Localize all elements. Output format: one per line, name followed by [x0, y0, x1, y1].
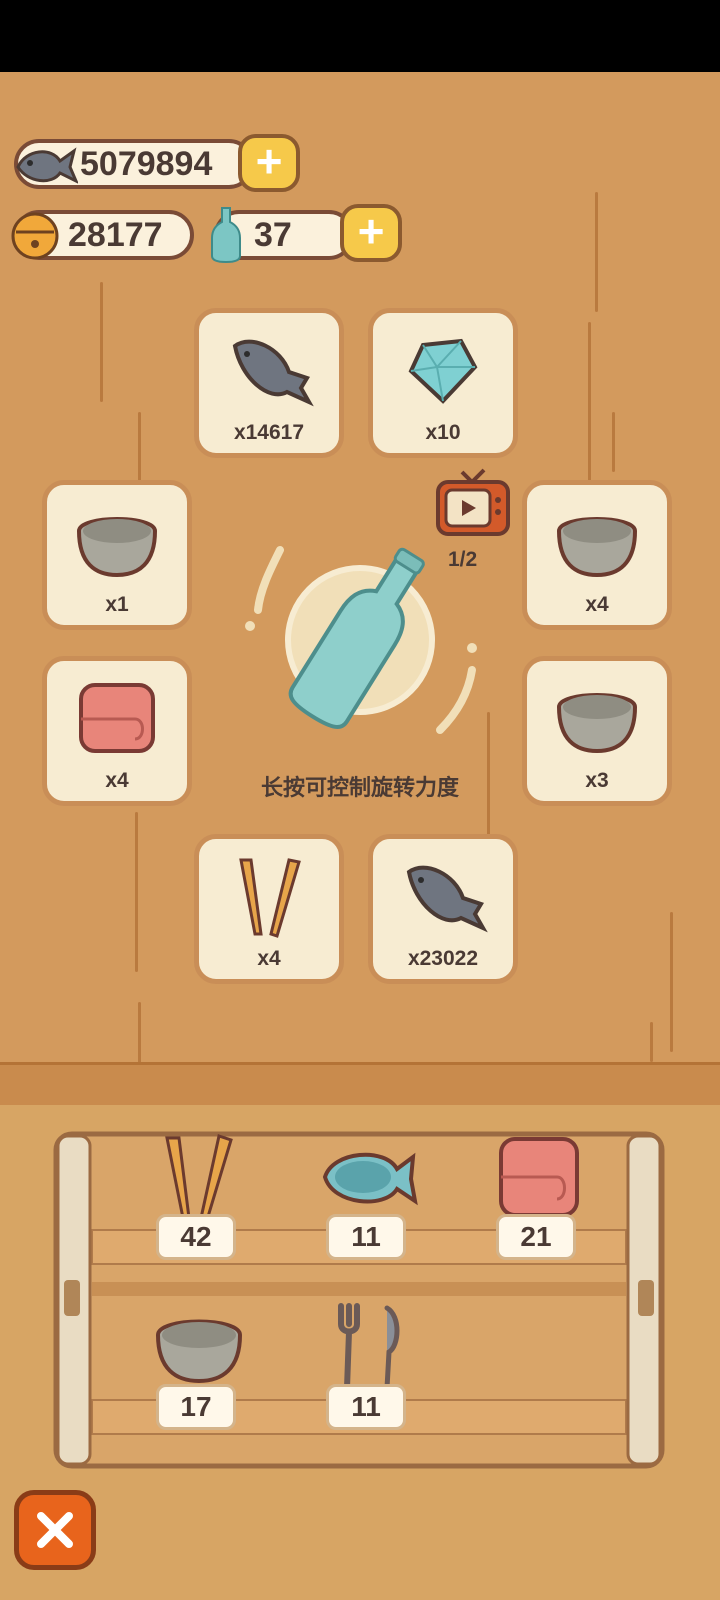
reward-tile: x14617 — [194, 308, 344, 458]
reward-tile: x4 — [522, 480, 672, 630]
reward-tile: x1 — [42, 480, 192, 630]
fork-knife-icon — [338, 1303, 400, 1391]
reward-tile: x23022 — [368, 834, 518, 984]
reward-count: x4 — [585, 593, 609, 616]
item-count: 21 — [496, 1214, 576, 1260]
reward-tile: x4 — [42, 656, 192, 806]
reward-tile: x3 — [522, 656, 672, 806]
reward-count: x3 — [585, 769, 609, 792]
bowl-icon — [155, 1319, 243, 1384]
shelf-slot[interactable]: 11 — [294, 1132, 444, 1272]
item-count: 11 — [326, 1214, 406, 1260]
bottle-icon — [211, 207, 241, 264]
item-count: 42 — [156, 1214, 236, 1260]
reward-count: x4 — [257, 947, 281, 970]
shelf-slot[interactable]: 21 — [464, 1132, 614, 1272]
inventory-shelf: 42 11 21 17 11 — [52, 1130, 666, 1470]
add-bottle-button[interactable]: + — [340, 204, 402, 262]
fish-icon — [16, 147, 78, 184]
reward-count: x4 — [105, 769, 129, 792]
close-icon — [37, 1512, 73, 1548]
shelf-slot[interactable]: 11 — [294, 1302, 444, 1442]
item-count: 17 — [156, 1384, 236, 1430]
floor-trim — [0, 1062, 720, 1108]
towel-icon — [79, 683, 155, 753]
towel-icon — [499, 1137, 579, 1217]
reward-count: x23022 — [407, 947, 479, 970]
bottle-currency-value: 37 — [254, 215, 292, 254]
shelf-slot[interactable]: 17 — [124, 1302, 274, 1442]
chopsticks-icon — [165, 1134, 233, 1222]
spin-bottle[interactable] — [240, 530, 480, 750]
fish-currency-value: 5079894 — [80, 144, 213, 183]
fish-icon — [406, 865, 488, 933]
reward-count: x14617 — [233, 421, 305, 444]
spin-hint: 长按可控制旋转力度 — [260, 775, 459, 800]
bowl-icon — [76, 517, 158, 578]
fish-icon — [232, 339, 314, 407]
reward-count: x1 — [105, 593, 129, 616]
shelf-slot[interactable]: 42 — [124, 1132, 274, 1272]
diamond-icon — [408, 338, 478, 404]
reward-tile: x4 — [194, 834, 344, 984]
bowl-icon — [556, 517, 638, 578]
bell-currency-value: 28177 — [68, 215, 163, 254]
bottle-spinner-icon — [245, 546, 477, 734]
bell-currency: 28177 — [11, 210, 194, 260]
status-bar — [0, 0, 720, 72]
add-fish-button[interactable]: + — [238, 134, 300, 192]
chopsticks-icon — [239, 858, 301, 938]
bowl-icon — [556, 693, 638, 754]
reward-tile: x10 — [368, 308, 518, 458]
plus-icon: + — [255, 135, 283, 187]
bottle-currency: 37 — [211, 207, 354, 264]
plus-icon: + — [357, 205, 385, 257]
reward-count: x10 — [425, 421, 461, 444]
bell-icon — [11, 212, 59, 260]
fish-currency: 5079894 — [14, 139, 254, 189]
close-button[interactable] — [14, 1490, 96, 1570]
item-count: 11 — [326, 1384, 406, 1430]
fish-plate-icon — [322, 1152, 418, 1206]
